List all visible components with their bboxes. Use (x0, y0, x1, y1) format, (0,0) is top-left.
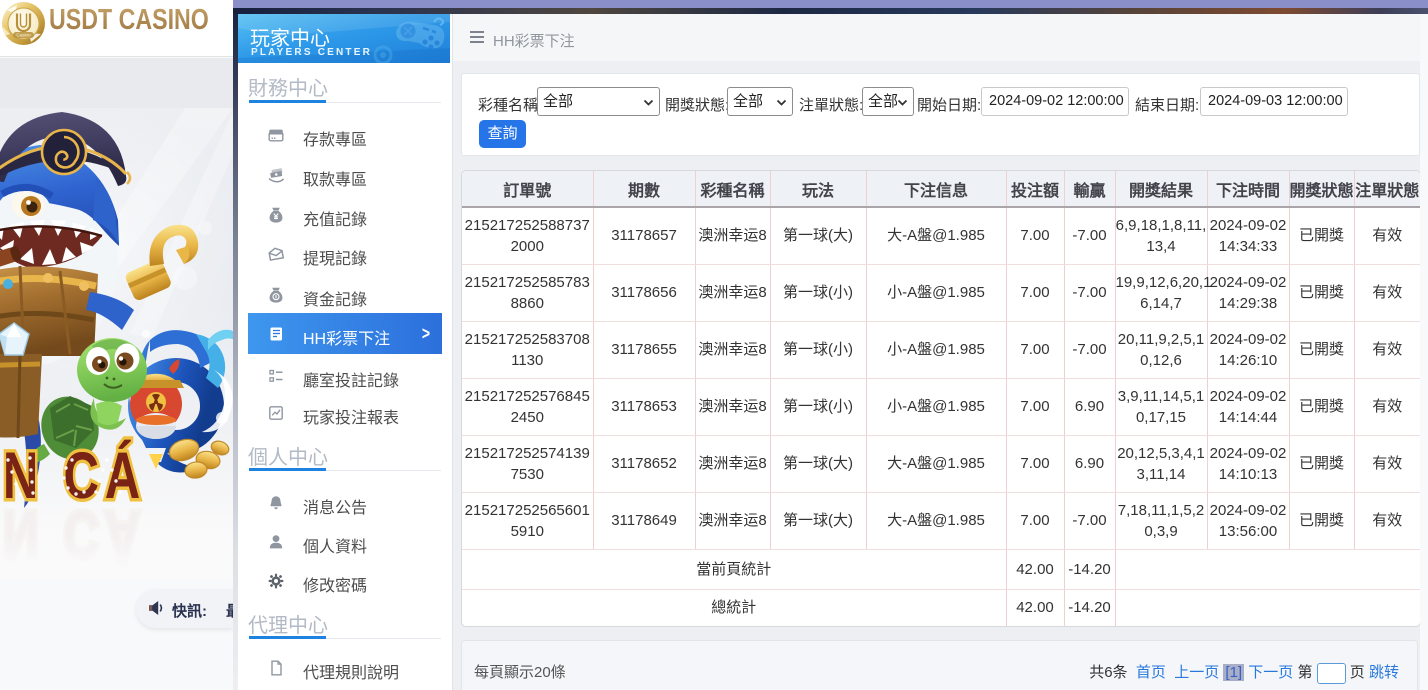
svg-text:Casino: Casino (16, 33, 31, 38)
